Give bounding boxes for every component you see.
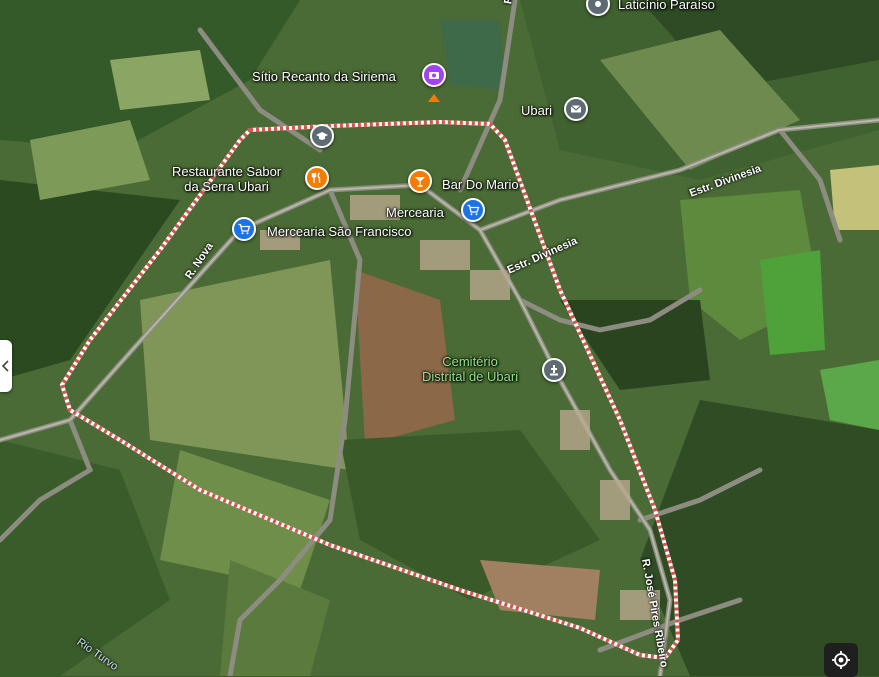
poi-cemiterio-label[interactable]: Cemitério Distrital de Ubari [422,354,518,384]
chevron-left-icon [2,360,9,372]
shopping-cart-icon[interactable] [232,217,256,241]
poi-mercearia-label[interactable]: Mercearia [386,205,444,220]
cocktail-icon[interactable] [408,169,432,193]
restaurante-line-1: Restaurante Sabor [172,164,282,179]
poi-sitio-label[interactable]: Sítio Recanto da Siriema [252,69,396,84]
poi-ubari-label[interactable]: Ubari [521,103,552,118]
shopping-cart-icon[interactable] [461,198,485,222]
camera-icon[interactable] [422,63,446,87]
poi-restaurante-label[interactable]: Restaurante Sabor da Serra Ubari [172,164,281,194]
my-location-button[interactable] [824,643,858,677]
collapse-panel-tab[interactable] [0,340,12,392]
small-triangle-marker [428,94,440,102]
restaurante-line-2: da Serra Ubari [184,179,269,194]
cemiterio-line-2: Distrital de Ubari [422,369,519,384]
envelope-icon[interactable] [564,97,588,121]
monument-icon[interactable] [542,358,566,382]
poi-laticinio-label[interactable]: Laticínio Paraíso [618,0,715,12]
my-location-icon [832,651,850,669]
fork-knife-icon[interactable] [305,166,329,190]
cemiterio-line-1: Cemitério [442,354,498,369]
poi-bar-label[interactable]: Bar Do Mario [442,177,519,192]
graduation-cap-icon[interactable] [310,124,334,148]
poi-mercearia-sao-francisco-label[interactable]: Mercearia São Francisco [267,224,412,239]
